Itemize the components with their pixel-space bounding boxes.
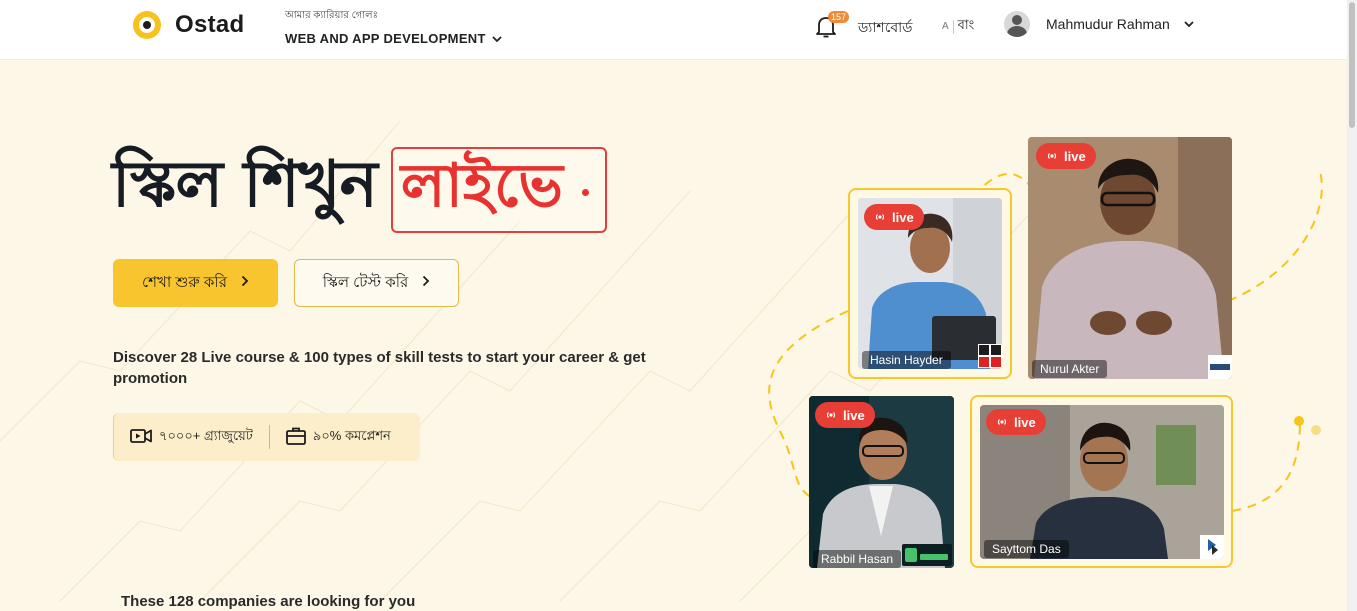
- language-toggle[interactable]: A বাং: [942, 16, 974, 37]
- stats-bar: ৭০০০+ গ্র্যাজুয়েট ৯০% কমপ্লেশন: [113, 413, 420, 461]
- live-label: live: [892, 209, 914, 225]
- live-badge: live: [864, 204, 924, 230]
- stat-completion-label: ৯০% কমপ্লেশন: [312, 427, 391, 443]
- hero-description: Discover 28 Live course & 100 types of s…: [113, 349, 646, 387]
- top-navbar: Ostad আমার ক্যারিয়ার গোলঃ WEB AND APP D…: [0, 0, 1347, 60]
- broadcast-icon: [997, 419, 1007, 425]
- live-label: live: [843, 407, 865, 423]
- instructor-name: Sayttom Das: [984, 540, 1069, 558]
- ostad-logo[interactable]: Ostad: [133, 11, 245, 39]
- dashboard-link[interactable]: ড্যাশবোর্ড: [858, 16, 913, 40]
- hero-title-highlight-box: লাইভে: [390, 146, 607, 233]
- companies-heading: These 128 companies are looking for you: [121, 593, 416, 610]
- broadcast-icon: [1047, 153, 1057, 159]
- instructor-name: Hasin Hayder: [862, 351, 951, 369]
- stat-graduates: ৭০০০+ গ্র্যাজুয়েট: [114, 427, 269, 448]
- live-badge: live: [815, 402, 875, 428]
- scrollbar-thumb[interactable]: [1349, 2, 1355, 128]
- avatar: [1004, 11, 1030, 37]
- chevron-right-icon: [422, 274, 430, 292]
- lang-bangla[interactable]: বাং: [958, 16, 975, 37]
- user-name: Mahmudur Rahman: [1046, 16, 1170, 32]
- chevron-right-icon: [241, 274, 249, 292]
- instructor-name: Rabbil Hasan: [813, 550, 902, 568]
- skill-test-button[interactable]: স্কিল টেস্ট করি: [294, 259, 459, 307]
- partner-logo: [1200, 535, 1224, 559]
- live-label: live: [1064, 148, 1086, 164]
- start-learning-label: শেখা শুরু করি: [142, 273, 227, 291]
- lang-divider: [952, 19, 954, 34]
- career-goal-value: WEB AND APP DEVELOPMENT: [285, 31, 486, 46]
- skill-test-label: স্কিল টেস্ট করি: [322, 273, 409, 291]
- instructor-video-nurul[interactable]: live Nurul Akter: [1028, 137, 1232, 379]
- hero-title-main: স্কিল শিখুন: [112, 148, 378, 222]
- live-dot: [581, 188, 589, 196]
- learn-with-rabbil-logo: [902, 544, 952, 566]
- career-goal-label: আমার ক্যারিয়ার গোলঃ: [285, 10, 378, 21]
- page-scrollbar[interactable]: [1347, 0, 1357, 611]
- instructor-video-sayttom[interactable]: live Sayttom Das: [980, 405, 1224, 559]
- career-goal-value-row: WEB AND APP DEVELOPMENT: [285, 31, 502, 46]
- lang-english[interactable]: A: [942, 21, 949, 32]
- notification-count-badge: 157: [828, 11, 850, 23]
- hero-title: স্কিল শিখুন লাইভে: [112, 136, 607, 243]
- live-badge: live: [986, 409, 1046, 435]
- partner-logo: [1208, 355, 1232, 379]
- notification-button[interactable]: 157: [814, 11, 850, 40]
- learn-with-hasin-logo: [978, 344, 1002, 368]
- start-learning-button[interactable]: শেখা শুরু করি: [113, 259, 278, 307]
- chevron-down-icon: [492, 32, 502, 46]
- stat-graduates-label: ৭০০০+ গ্র্যাজুয়েট: [159, 427, 253, 443]
- live-label: live: [1014, 414, 1036, 430]
- user-menu[interactable]: Mahmudur Rahman: [1004, 11, 1194, 37]
- ostad-logo-icon: [133, 11, 161, 39]
- broadcast-icon: [875, 214, 885, 220]
- video-icon: [130, 428, 152, 447]
- live-badge: live: [1036, 143, 1096, 169]
- stat-completion: ৯০% কমপ্লেশন: [270, 427, 407, 448]
- instructor-video-rabbil[interactable]: live Rabbil Hasan: [809, 396, 954, 568]
- career-goal-selector[interactable]: আমার ক্যারিয়ার গোলঃ WEB AND APP DEVELOP…: [285, 8, 502, 46]
- hero-title-highlight: লাইভে: [400, 150, 563, 221]
- logo-text: Ostad: [175, 11, 245, 38]
- instructor-photo: [1028, 137, 1232, 379]
- instructor-name: Nurul Akter: [1032, 360, 1108, 378]
- chevron-down-icon: [1184, 15, 1194, 33]
- instructor-video-hasin[interactable]: live Hasin Hayder: [858, 198, 1002, 369]
- briefcase-icon: [285, 427, 306, 448]
- broadcast-icon: [826, 412, 836, 418]
